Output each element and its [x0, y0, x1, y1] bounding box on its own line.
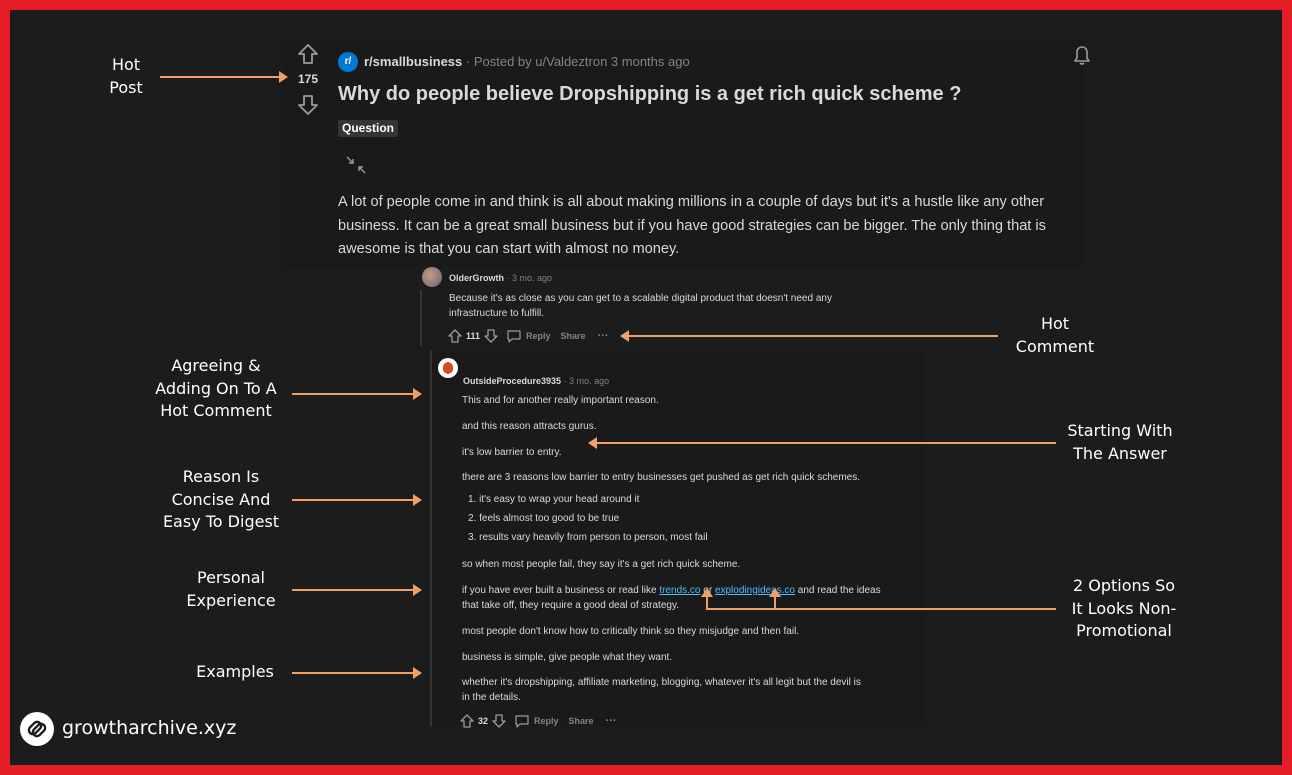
- arrow-personal: [292, 584, 422, 596]
- post-body: A lot of people come in and think is all…: [338, 194, 1046, 257]
- downvote-icon[interactable]: [492, 714, 506, 728]
- post-flair[interactable]: Question: [338, 120, 399, 137]
- avatar[interactable]: [422, 267, 442, 287]
- annotation-starting: Starting With The Answer: [1067, 421, 1173, 463]
- arrow-options-tip-2: [769, 588, 781, 609]
- downvote-icon[interactable]: [484, 329, 498, 343]
- bell-icon[interactable]: [1070, 42, 1094, 68]
- annotation-reason: Reason Is Concise And Easy To Digest: [162, 467, 280, 531]
- post-meta: · Posted by u/Valdeztron 3 months ago: [465, 54, 690, 69]
- reply-button[interactable]: Reply: [526, 331, 551, 341]
- comment-time: · 3 mo. ago: [563, 376, 610, 386]
- comment-actions: 32 Reply Share ···: [460, 713, 617, 729]
- explodingideas-link[interactable]: explodingideas.co: [715, 585, 795, 596]
- comment-paragraph: that take off, they require a good deal …: [462, 600, 679, 611]
- comment-text: Because it's as close as you can get to …: [449, 293, 832, 319]
- comment-vote-count: 32: [478, 716, 489, 726]
- arrow-examples: [292, 667, 422, 679]
- upvote-icon[interactable]: [296, 43, 320, 65]
- comment-paragraph: most people don't know how to critically…: [462, 626, 800, 637]
- subreddit-link[interactable]: r/smallbusiness: [364, 54, 462, 69]
- reddit-post: 175 r/ r/smallbusiness · Posted by u/Val…: [282, 38, 1090, 268]
- share-button[interactable]: Share: [561, 331, 586, 341]
- upvote-icon[interactable]: [448, 329, 462, 343]
- comment-paragraph: it's low barrier to entry.: [462, 447, 562, 458]
- annotation-hot-comment: Hot Comment: [1015, 314, 1095, 356]
- share-button[interactable]: Share: [569, 716, 594, 726]
- post-title[interactable]: Why do people believe Dropshipping is a …: [338, 83, 961, 106]
- arrow-options: [706, 608, 1056, 610]
- post-header: r/smallbusiness · Posted by u/Valdeztron…: [364, 54, 690, 69]
- comment-vote-count: 111: [466, 331, 481, 341]
- comment-paragraph: This and for another really important re…: [462, 395, 659, 406]
- comment-paragraph: in the details.: [462, 692, 521, 703]
- thread-line[interactable]: [430, 350, 432, 726]
- upvote-icon[interactable]: [460, 714, 474, 728]
- post-vote-count: 175: [297, 72, 319, 86]
- comment-paragraph: so when most people fail, they say it's …: [462, 559, 741, 570]
- list-item: 2. feels almost too good to be true: [468, 513, 620, 524]
- comment-paragraph: business is simple, give people what the…: [462, 652, 673, 663]
- comment-paragraph: if you have ever built a business or rea…: [462, 585, 881, 596]
- arrow-options-tip-1: [701, 588, 713, 609]
- avatar[interactable]: [438, 358, 458, 378]
- comment-paragraph: whether it's dropshipping, affiliate mar…: [462, 677, 861, 688]
- annotation-personal: Personal Experience: [186, 568, 276, 610]
- annotation-agreeing: Agreeing & Adding On To A Hot Comment: [155, 356, 277, 420]
- comment-time: · 3 mo. ago: [506, 273, 553, 283]
- comment-author[interactable]: OlderGrowth: [449, 273, 504, 283]
- trends-link[interactable]: trends.co: [659, 585, 700, 596]
- comment-outsideprocedure: OutsideProcedure3935 · 3 mo. ago This an…: [430, 350, 924, 729]
- annotation-examples: Examples: [196, 662, 274, 681]
- more-options-icon[interactable]: ···: [598, 330, 609, 342]
- list-item: 1. it's easy to wrap your head around it: [468, 494, 640, 505]
- more-options-icon[interactable]: ···: [606, 715, 617, 727]
- arrow-reason: [292, 494, 422, 506]
- collapse-icon[interactable]: [344, 154, 368, 176]
- arrow-hot-post: [160, 71, 288, 83]
- comment-actions: 111 Reply Share ···: [448, 328, 609, 344]
- subreddit-icon[interactable]: r/: [338, 52, 358, 72]
- comment-bubble-icon[interactable]: [506, 329, 522, 343]
- downvote-icon[interactable]: [296, 94, 320, 116]
- arrow-starting: [588, 437, 1056, 449]
- reply-button[interactable]: Reply: [534, 716, 559, 726]
- arrow-hot-comment: [620, 330, 998, 342]
- list-item: 3. results vary heavily from person to p…: [468, 532, 708, 543]
- thread-line[interactable]: [420, 290, 422, 346]
- link-icon: [20, 712, 54, 746]
- arrow-agreeing: [292, 388, 422, 400]
- infographic-canvas: 175 r/ r/smallbusiness · Posted by u/Val…: [10, 10, 1282, 765]
- comment-paragraph: and this reason attracts gurus.: [462, 421, 597, 432]
- comment-paragraph: there are 3 reasons low barrier to entry…: [462, 472, 860, 483]
- brand-name: growtharchive.xyz: [62, 717, 237, 739]
- comment-author[interactable]: OutsideProcedure3935: [463, 376, 561, 386]
- comment-bubble-icon[interactable]: [514, 714, 530, 728]
- annotation-options: 2 Options So It Looks Non- Promotional: [1071, 576, 1177, 640]
